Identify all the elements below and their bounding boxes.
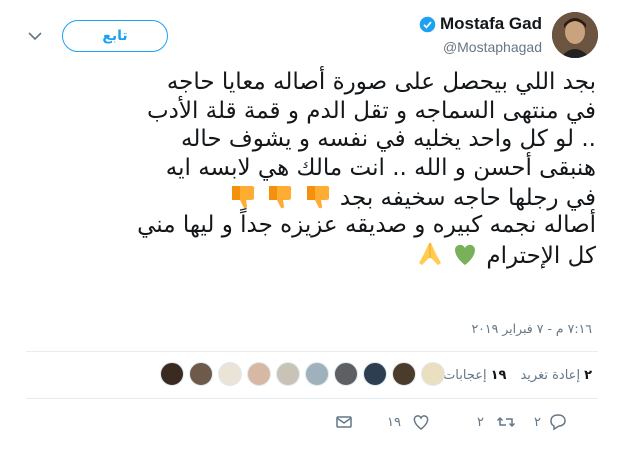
retweets-count: ٢ — [584, 368, 592, 383]
tweet-line: .. لو كل واحد يخليه في نفسه و يشوف حاله — [181, 126, 596, 153]
retweets-stat[interactable]: ٢ إعادة تغريد — [520, 368, 592, 383]
like-action[interactable]: ١٩ — [387, 412, 431, 432]
likes-count: ١٩ — [490, 368, 507, 383]
retweet-action[interactable]: ٢ — [477, 412, 516, 432]
tweet-line-with-emoji: في رجلها حاجه سخيفه بجد — [40, 182, 596, 211]
liker-avatar[interactable] — [334, 362, 358, 386]
retweet-icon — [496, 416, 516, 428]
liker-avatar[interactable] — [276, 362, 300, 386]
tweet-timestamp[interactable]: ٧:١٦ م - ٧ فبراير ٢٠١٩ — [471, 321, 592, 336]
tweet-line: في رجلها حاجه سخيفه بجد — [339, 185, 596, 212]
like-count: ١٩ — [387, 414, 401, 430]
folded-hands-icon — [418, 242, 441, 265]
liker-avatar[interactable] — [392, 362, 416, 386]
liker-avatar[interactable] — [218, 362, 242, 386]
liker-avatar[interactable] — [305, 362, 329, 386]
tweet-text: بجد اللي بيحصل على صورة أصاله معايا حاجه… — [40, 68, 596, 269]
thumbs-down-icon — [231, 186, 255, 209]
liker-avatar[interactable] — [160, 362, 184, 386]
envelope-icon — [336, 416, 352, 428]
tweet-line: كل الإحترام — [486, 242, 596, 269]
thumbs-down-icon — [269, 186, 292, 209]
follow-button[interactable]: تابع — [62, 20, 168, 52]
verified-badge-icon — [419, 16, 436, 32]
tweet-actions: ٢ ٢ ١٩ — [0, 412, 618, 436]
retweets-label: إعادة تغريد — [520, 368, 581, 383]
green-heart-icon — [455, 244, 475, 265]
tweet-line: أصاله نجمه كبيره و صديقه عزيزه جداً و لي… — [137, 211, 596, 238]
reply-action[interactable]: ٢ — [534, 412, 568, 432]
heart-icon — [413, 415, 429, 430]
liker-avatar[interactable] — [189, 362, 213, 386]
liker-avatar[interactable] — [421, 362, 445, 386]
tweet-line: في منتهى السماجه و تقل الدم و قمة قلة ال… — [146, 97, 596, 124]
tweet-line: هنبقى أحسن و الله .. انت مالك هي لابسه ا… — [165, 154, 596, 181]
tweet-stats: ٢ إعادة تغريد ١٩ إعجابات — [429, 368, 592, 383]
user-handle[interactable]: @Mostaphagad — [443, 39, 542, 55]
display-name[interactable]: Mostafa Gad — [440, 14, 542, 34]
user-name-row[interactable]: Mostafa Gad — [419, 14, 542, 34]
liker-avatar[interactable] — [247, 362, 271, 386]
likes-stat[interactable]: ١٩ إعجابات — [443, 368, 506, 383]
divider — [26, 398, 598, 399]
retweet-count: ٢ — [477, 414, 484, 430]
likers-avatars — [160, 362, 450, 386]
thumbs-down-icon — [306, 186, 329, 209]
tweet-line-with-emoji: كل الإحترام — [40, 240, 596, 269]
reply-count: ٢ — [534, 414, 541, 430]
divider — [26, 351, 598, 352]
direct-message-action[interactable] — [334, 412, 354, 432]
tweet-line: بجد اللي بيحصل على صورة أصاله معايا حاجه — [166, 69, 596, 95]
liker-avatar[interactable] — [363, 362, 387, 386]
reply-icon — [550, 414, 566, 431]
avatar[interactable] — [552, 12, 598, 58]
chevron-down-icon[interactable] — [26, 29, 44, 43]
